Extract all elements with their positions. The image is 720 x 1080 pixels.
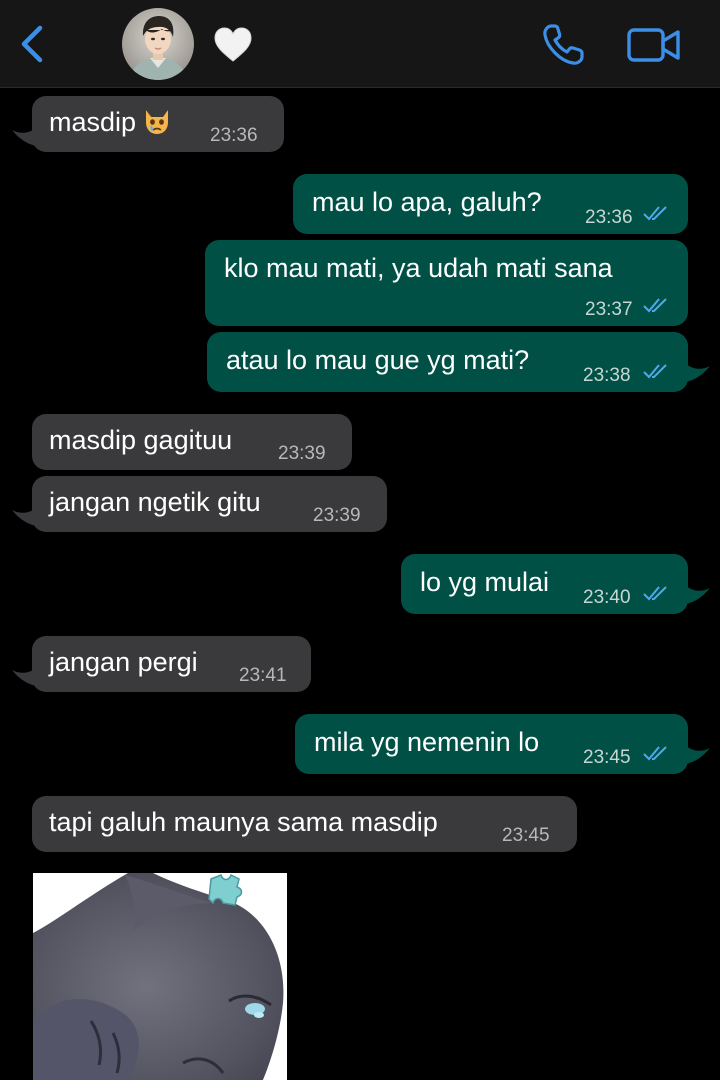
message-bubble-incoming[interactable]: jangan ngetik gitu 23:39	[32, 476, 387, 532]
read-receipt-icon	[643, 586, 667, 601]
read-receipt-icon	[643, 746, 667, 761]
bubble-tail	[686, 364, 710, 382]
message-time: 23:39	[313, 505, 361, 526]
message-time: 23:45	[583, 747, 631, 768]
message-text: jangan pergi	[49, 647, 198, 677]
message-text: mau lo apa, galuh?	[312, 187, 542, 217]
message-text: klo mau mati, ya udah mati sana	[224, 253, 613, 283]
cat-sticker-image	[33, 873, 287, 1080]
message-bubble-outgoing[interactable]: atau lo mau gue yg mati? 23:38	[207, 332, 688, 392]
message-text: atau lo mau gue yg mati?	[226, 345, 530, 375]
message-text: masdip gagituu	[49, 425, 233, 455]
message-time: 23:38	[583, 365, 631, 386]
bubble-tail	[686, 586, 710, 604]
message-bubble-outgoing[interactable]: mau lo apa, galuh? 23:36	[293, 174, 688, 234]
message-text: lo yg mulai	[420, 567, 550, 597]
message-time: 23:45	[502, 825, 550, 846]
back-button[interactable]	[14, 22, 50, 66]
message-text: jangan ngetik gitu	[49, 487, 261, 517]
read-receipt-icon	[643, 298, 667, 313]
message-time: 23:39	[278, 443, 326, 464]
contact-avatar[interactable]	[122, 8, 194, 80]
bubble-tail	[686, 746, 710, 764]
white-heart-icon	[213, 26, 253, 64]
video-call-button[interactable]	[626, 26, 682, 64]
message-time: 23:40	[583, 587, 631, 608]
chat-header	[0, 0, 720, 88]
message-text: tapi galuh maunya sama masdip	[49, 807, 438, 837]
message-bubble-incoming[interactable]: masdip 23:36	[32, 96, 284, 152]
message-bubble-outgoing[interactable]: klo mau mati, ya udah mati sana 23:37	[205, 240, 688, 326]
message-bubble-outgoing[interactable]: lo yg mulai 23:40	[401, 554, 688, 614]
message-text: mila yg nemenin lo	[314, 727, 540, 757]
video-camera-icon	[627, 28, 680, 62]
message-time: 23:41	[239, 665, 287, 686]
avatar-photo	[122, 8, 194, 80]
crying-cat-face-icon	[146, 110, 169, 134]
chevron-left-icon	[21, 25, 43, 63]
read-receipt-icon	[643, 206, 667, 221]
message-bubble-outgoing[interactable]: mila yg nemenin lo 23:45	[295, 714, 688, 774]
voice-call-button[interactable]	[540, 22, 586, 68]
message-bubble-incoming[interactable]: masdip gagituu 23:39	[32, 414, 352, 470]
message-time: 23:37	[585, 299, 633, 320]
message-text: masdip	[49, 106, 172, 138]
grey-cat-sticker[interactable]	[33, 873, 287, 1080]
read-receipt-icon	[643, 364, 667, 379]
message-time: 23:36	[585, 207, 633, 228]
message-bubble-incoming[interactable]: jangan pergi 23:41	[32, 636, 311, 692]
phone-icon	[543, 24, 584, 65]
message-bubble-incoming[interactable]: tapi galuh maunya sama masdip 23:45	[32, 796, 577, 852]
message-time: 23:36	[210, 125, 258, 146]
